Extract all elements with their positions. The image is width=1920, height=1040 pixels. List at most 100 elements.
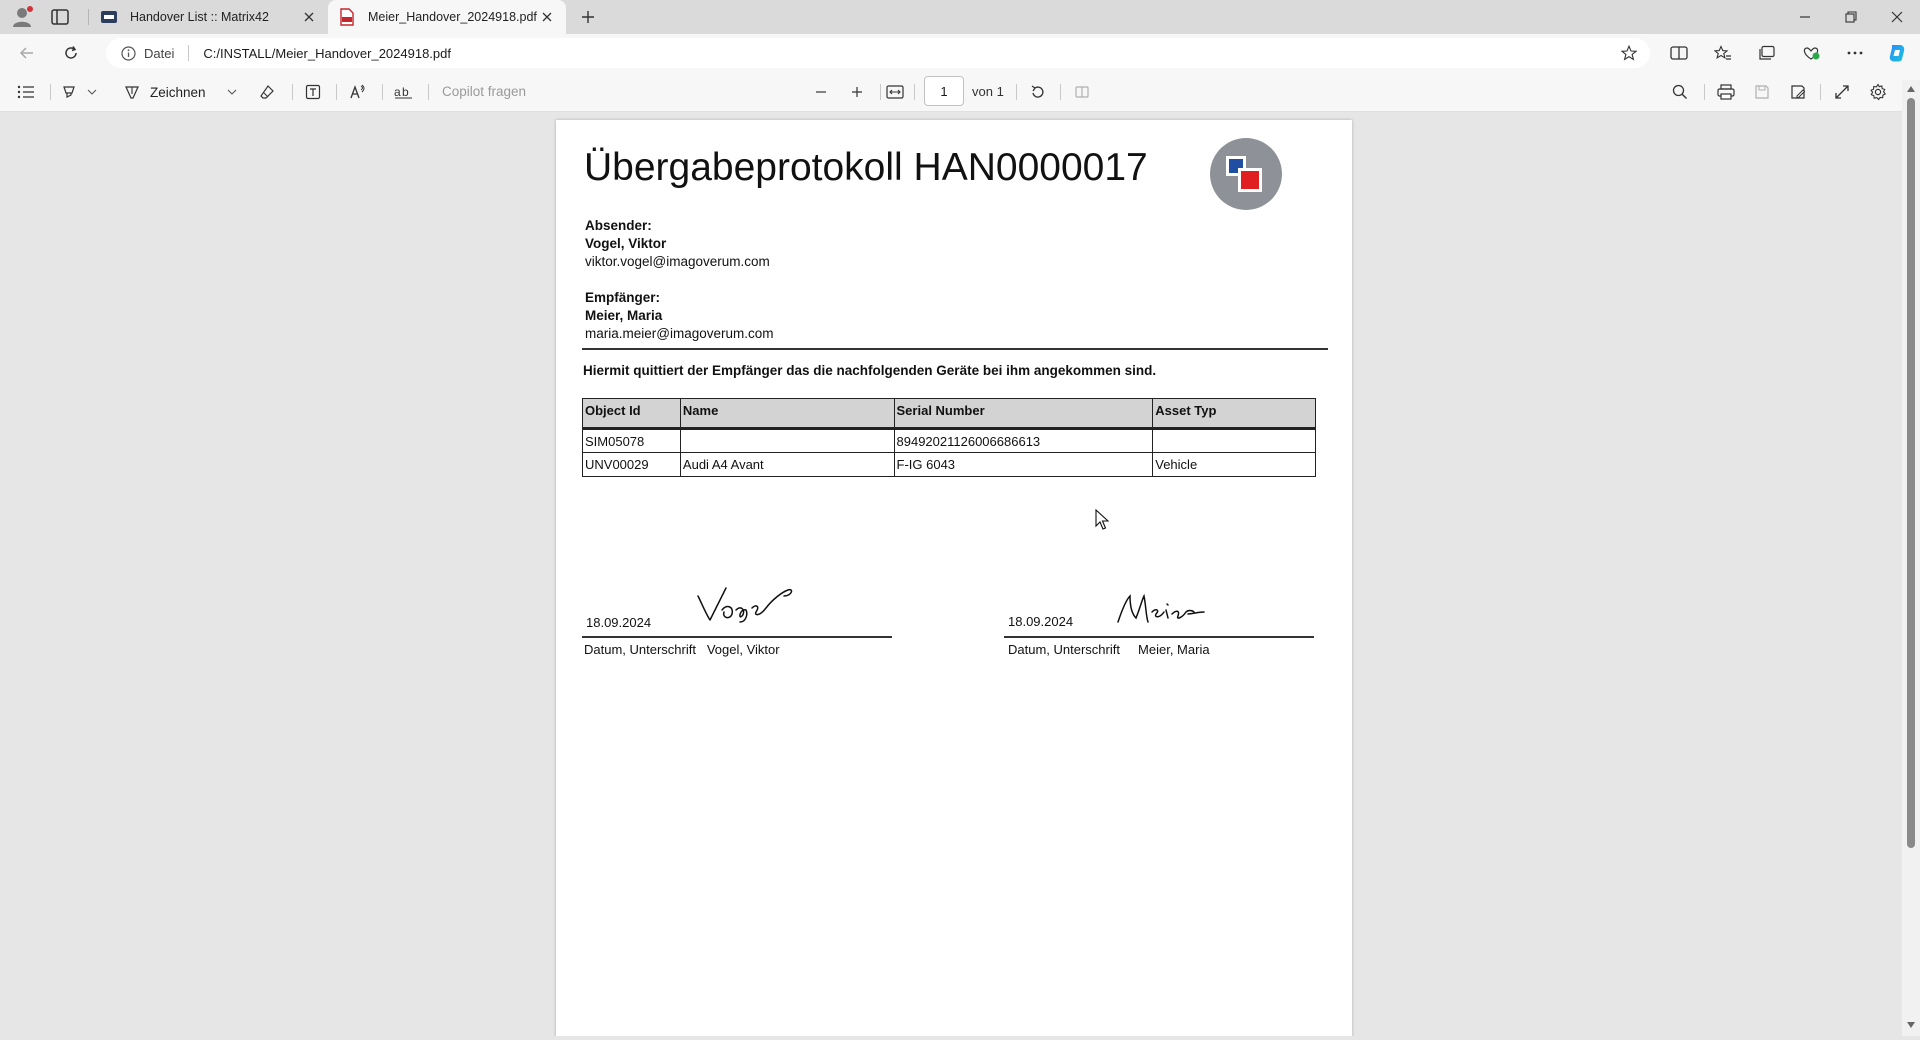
table-cell: Audi A4 Avant [679, 452, 895, 477]
table-cell [1152, 427, 1316, 453]
close-icon[interactable] [300, 8, 318, 26]
scroll-up-icon[interactable] [1906, 84, 1916, 94]
table-row: UNV00029 Audi A4 Avant F-IG 6043 Vehicle [582, 452, 1316, 477]
close-icon[interactable] [538, 8, 556, 26]
pdf-icon [338, 8, 356, 26]
toolbar-separator [1016, 84, 1017, 100]
close-window-button[interactable] [1874, 0, 1920, 34]
zoom-out-button[interactable] [810, 80, 832, 104]
page-view-icon[interactable] [1070, 80, 1094, 104]
address-bar[interactable]: Datei C:/INSTALL/Meier_Handover_2024918.… [106, 38, 1650, 68]
toolbar-separator [1060, 84, 1061, 100]
sender-name: Vogel, Viktor [585, 236, 667, 251]
logo-red-square [1238, 168, 1262, 192]
recipient-block: Empfänger: Meier, Maria maria.meier@imag… [585, 289, 774, 343]
save-as-icon[interactable] [1786, 80, 1810, 104]
text-box-icon[interactable] [302, 80, 324, 104]
mouse-cursor-icon [1095, 509, 1109, 531]
scroll-down-icon[interactable] [1906, 1020, 1916, 1030]
vertical-scrollbar[interactable] [1902, 80, 1920, 1036]
column-header-asset-type: Asset Typ [1152, 398, 1316, 429]
signature-caption-recipient: Datum, Unterschrift Meier, Maria [1008, 642, 1210, 657]
column-header-object-id: Object Id [582, 398, 681, 429]
save-icon[interactable] [1750, 80, 1774, 104]
info-icon[interactable] [118, 43, 138, 63]
tab-handover-list[interactable]: Handover List :: Matrix42 [90, 0, 328, 34]
recipient-name: Meier, Maria [585, 308, 663, 323]
signature-image-recipient [1116, 592, 1206, 628]
document-title: Übergabeprotokoll HAN0000017 [584, 146, 1148, 189]
zoom-in-button[interactable] [846, 80, 868, 104]
browser-essentials-icon[interactable] [1798, 41, 1824, 65]
fit-to-width-icon[interactable] [884, 80, 906, 104]
chevron-down-icon[interactable] [224, 80, 240, 104]
recipient-label: Empfänger: [585, 290, 661, 305]
toolbar-separator [1820, 84, 1821, 100]
translate-icon[interactable]: ab [392, 80, 416, 104]
settings-gear-icon[interactable] [1866, 80, 1890, 104]
split-screen-icon[interactable] [1666, 41, 1692, 65]
table-cell: Vehicle [1152, 452, 1316, 477]
toolbar-separator [1704, 84, 1705, 100]
page-total-label: von 1 [972, 84, 1004, 99]
table-cell: UNV00029 [582, 452, 681, 477]
rotate-icon[interactable] [1026, 80, 1050, 104]
svg-text:b: b [402, 85, 409, 99]
signature-caption-sender: Datum, Unterschrift Vogel, Viktor [584, 642, 780, 657]
table-cell: F-IG 6043 [893, 452, 1154, 477]
asset-table: Object Id Name Serial Number Asset Typ S… [582, 398, 1316, 477]
fullscreen-icon[interactable] [1830, 80, 1854, 104]
signature-name-recipient: Meier, Maria [1138, 642, 1210, 657]
minimize-button[interactable] [1782, 0, 1828, 34]
matrix42-favicon-icon [100, 8, 118, 26]
chevron-down-icon[interactable] [84, 80, 100, 104]
copilot-prompt[interactable]: Copilot fragen [442, 84, 526, 99]
highlight-icon[interactable] [58, 80, 80, 104]
tab-pdf-document[interactable]: Meier_Handover_2024918.pdf [328, 0, 566, 34]
pdf-page: Übergabeprotokoll HAN0000017 Absender: V… [556, 120, 1352, 1036]
eraser-icon[interactable] [256, 80, 278, 104]
scrollbar-thumb[interactable] [1907, 98, 1915, 848]
favorites-icon[interactable] [1710, 41, 1736, 65]
signature-caption-label: Datum, Unterschrift [584, 642, 696, 657]
sender-block: Absender: Vogel, Viktor viktor.vogel@ima… [585, 217, 770, 271]
table-of-contents-icon[interactable] [14, 80, 38, 104]
profile-icon[interactable] [10, 5, 34, 29]
page-number-input[interactable]: 1 [924, 76, 964, 106]
more-menu-icon[interactable] [1842, 41, 1868, 65]
table-cell: SIM05078 [582, 427, 681, 453]
signature-name-sender: Vogel, Viktor [706, 642, 780, 657]
favorite-star-icon[interactable] [1618, 42, 1640, 64]
new-tab-button[interactable] [576, 6, 600, 28]
column-header-name: Name [679, 398, 895, 429]
tab-actions-icon[interactable] [48, 6, 72, 28]
signature-date-recipient: 18.09.2024 [1008, 614, 1074, 629]
address-separator [188, 45, 190, 61]
restore-button[interactable] [1828, 0, 1874, 34]
signature-date-sender: 18.09.2024 [586, 615, 652, 630]
navigation-bar: Datei C:/INSTALL/Meier_Handover_2024918.… [0, 34, 1920, 72]
tab-strip: Handover List :: Matrix42 Meier_Handover… [0, 0, 1920, 34]
scheme-label: Datei [144, 45, 175, 61]
table-header-row: Object Id Name Serial Number Asset Typ [582, 398, 1316, 429]
toolbar-separator [428, 84, 429, 100]
column-header-serial-number: Serial Number [893, 398, 1154, 429]
tab-separator [88, 9, 89, 25]
table-cell [679, 427, 895, 453]
draw-button[interactable]: Zeichnen [124, 80, 220, 104]
toolbar-separator [880, 84, 881, 100]
receipt-statement: Hiermit quittiert der Empfänger das die … [583, 363, 1157, 378]
print-icon[interactable] [1714, 80, 1738, 104]
copilot-icon[interactable] [1884, 41, 1910, 65]
horizontal-rule [582, 348, 1328, 350]
url-text[interactable]: C:/INSTALL/Meier_Handover_2024918.pdf [203, 46, 1618, 61]
toolbar-separator [382, 84, 383, 100]
signature-caption-label: Datum, Unterschrift [1008, 642, 1120, 657]
reload-button[interactable] [58, 41, 84, 65]
signature-image-sender [696, 584, 796, 624]
read-aloud-icon[interactable] [346, 80, 370, 104]
search-icon[interactable] [1668, 80, 1692, 104]
back-button[interactable] [14, 41, 40, 65]
pdf-viewer[interactable]: Übergabeprotokoll HAN0000017 Absender: V… [4, 112, 1902, 1036]
collections-icon[interactable] [1754, 41, 1780, 65]
